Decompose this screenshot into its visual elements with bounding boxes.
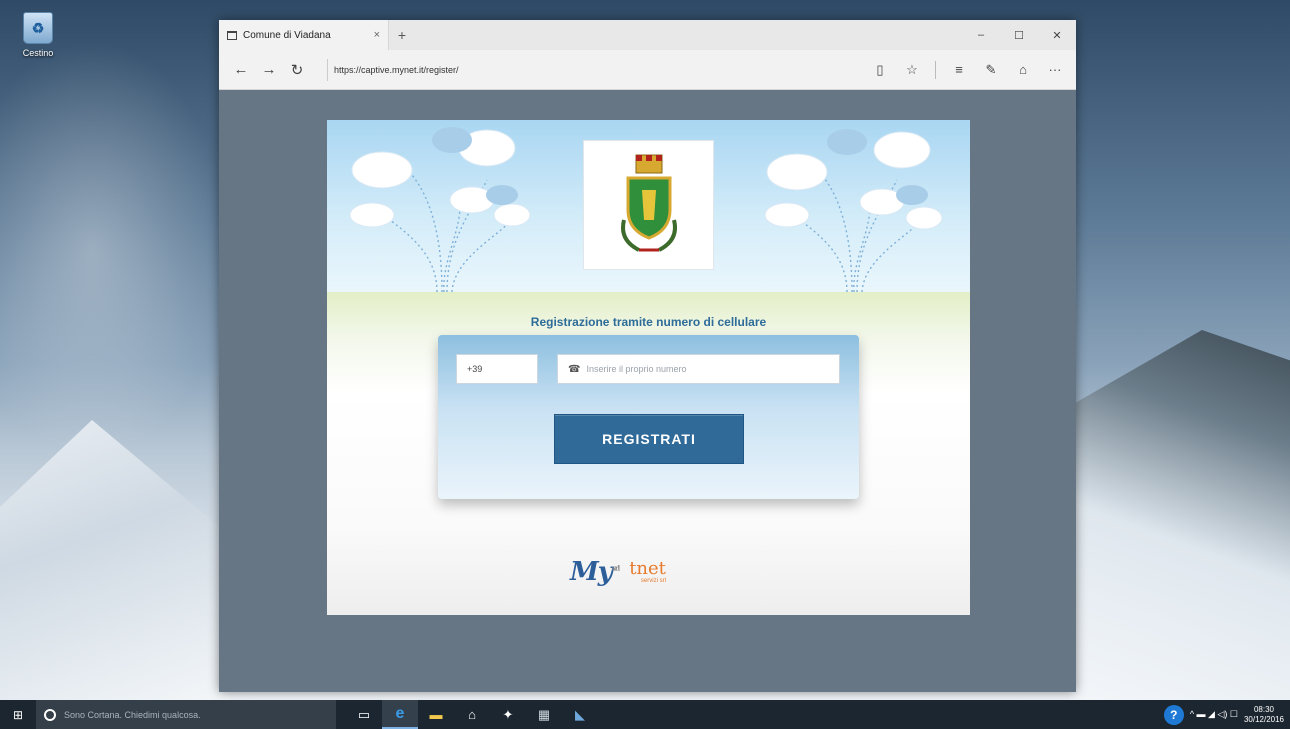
recycle-bin-icon: ♻: [23, 12, 53, 44]
page-viewport: Registrazione tramite numero di cellular…: [219, 90, 1076, 692]
register-button[interactable]: REGISTRATI: [554, 414, 744, 464]
cortana-search-box[interactable]: Sono Cortana. Chiedimi qualcosa.: [36, 700, 336, 729]
refresh-icon[interactable]: ↻: [283, 61, 311, 79]
phone-icon: ☎: [568, 363, 581, 375]
cortana-placeholder: Sono Cortana. Chiedimi qualcosa.: [64, 709, 201, 720]
clock-time: 08:30: [1253, 705, 1274, 715]
help-icon[interactable]: ?: [1163, 704, 1184, 725]
mynet-logo: Mysrl: [570, 557, 620, 587]
recycle-bin-shortcut[interactable]: ♻ Cestino: [10, 12, 66, 58]
system-clock[interactable]: 08:30 30/12/2016: [1244, 705, 1284, 723]
url-input[interactable]: https://captive.mynet.it/register/: [327, 58, 837, 81]
hub-icon[interactable]: ≡: [946, 62, 972, 77]
taskbar-apps: ▭ e ▬ ⌂ ✦ ▦ ◣: [346, 700, 598, 729]
coat-of-arms-icon: [620, 154, 677, 252]
task-view-icon[interactable]: ▭: [346, 700, 382, 729]
municipality-crest: [583, 140, 714, 270]
page-icon: [227, 30, 237, 40]
tab-close-icon[interactable]: ×: [374, 29, 380, 41]
partner-logos: Mysrl tnet servizi srl: [570, 552, 730, 592]
captive-portal-card: Registrazione tramite numero di cellular…: [327, 120, 970, 615]
tab-title: Comune di Viadana: [243, 29, 331, 41]
mynet-logo-text: My: [570, 557, 613, 587]
browser-tab-active[interactable]: Comune di Viadana ×: [219, 20, 389, 50]
phone-number-placeholder: Inserire il proprio numero: [586, 364, 687, 374]
browser-toolbar: ▯ ☆ ≡ ✎ ⌂ ···: [867, 60, 1068, 79]
edge-browser-icon[interactable]: e: [382, 700, 418, 729]
country-prefix-input[interactable]: +39: [456, 354, 538, 384]
cloud-tree-left-illustration: [349, 127, 531, 292]
web-note-icon[interactable]: ✎: [978, 62, 1004, 78]
address-bar: ← → ↻ https://captive.mynet.it/register/…: [219, 50, 1076, 90]
cortana-icon: [44, 708, 56, 721]
desktop-wallpaper-mountain-right: [1070, 330, 1290, 710]
window-controls: – ☐ ✕: [962, 20, 1076, 50]
tnet-logo-text: tnet: [629, 558, 666, 579]
registration-form: +39 ☎ Inserire il proprio numero REGISTR…: [438, 335, 859, 499]
store-icon[interactable]: ⌂: [454, 700, 490, 729]
mynet-logo-suffix: srl: [611, 563, 620, 573]
tab-bar: Comune di Viadana × + – ☐ ✕: [219, 20, 1076, 50]
file-explorer-icon[interactable]: ▬: [418, 700, 454, 729]
system-tray: ? ^ ▬ ◢ ◁) ☐ 08:30 30/12/2016: [1163, 704, 1290, 725]
share-icon[interactable]: ⌂: [1010, 62, 1036, 77]
desktop-wallpaper-mountain-left: [0, 420, 230, 710]
new-tab-button[interactable]: +: [389, 20, 415, 50]
favorite-star-icon[interactable]: ☆: [899, 62, 925, 78]
forward-icon[interactable]: →: [255, 61, 283, 78]
close-window-button[interactable]: ✕: [1038, 20, 1076, 50]
minimize-button[interactable]: –: [962, 20, 1000, 50]
recycle-bin-label: Cestino: [22, 48, 54, 58]
back-icon[interactable]: ←: [227, 61, 255, 78]
portal-header-sky: [327, 120, 970, 292]
maximize-button[interactable]: ☐: [1000, 20, 1038, 50]
toolbar-divider: [935, 60, 936, 79]
phone-number-input[interactable]: ☎ Inserire il proprio numero: [557, 354, 840, 384]
browser-window: Comune di Viadana × + – ☐ ✕ ← → ↻ https:…: [219, 20, 1076, 692]
pinned-app-icon[interactable]: ✦: [490, 700, 526, 729]
tnet-logo: tnet servizi srl: [629, 558, 666, 585]
pinned-app-icon-3[interactable]: ◣: [562, 700, 598, 729]
desktop-fog: [0, 40, 230, 460]
tray-icons[interactable]: ^ ▬ ◢ ◁) ☐: [1190, 709, 1238, 720]
clock-date: 30/12/2016: [1243, 714, 1284, 724]
start-button[interactable]: ⊞: [0, 700, 36, 729]
taskbar: ⊞ Sono Cortana. Chiedimi qualcosa. ▭ e ▬…: [0, 700, 1290, 729]
cloud-tree-right-illustration: [764, 129, 943, 292]
reading-view-icon[interactable]: ▯: [867, 62, 893, 78]
more-options-icon[interactable]: ···: [1042, 62, 1068, 77]
pinned-app-icon-2[interactable]: ▦: [526, 700, 562, 729]
registration-heading: Registrazione tramite numero di cellular…: [530, 315, 767, 329]
